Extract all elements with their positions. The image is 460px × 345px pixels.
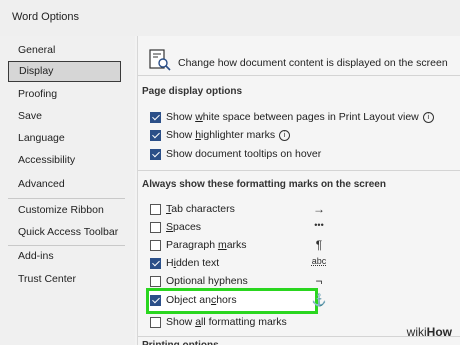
- checkbox-optional-hyphens[interactable]: [150, 276, 161, 287]
- checkbox-show-tooltips[interactable]: [150, 149, 161, 160]
- section-title-page-display: Page display options: [142, 86, 243, 97]
- section-title-formatting-marks: Always show these formatting marks on th…: [142, 179, 386, 190]
- checkbox-tab-characters[interactable]: [150, 204, 161, 215]
- tab-arrow-icon: →: [313, 202, 325, 216]
- option-show-white-space[interactable]: Show white space between pages in Print …: [150, 111, 450, 126]
- sidebar-item-quick-access-toolbar[interactable]: Quick Access Toolbar: [8, 222, 121, 243]
- sidebar-item-add-ins[interactable]: Add-ins: [8, 246, 121, 267]
- sidebar-item-customize-ribbon[interactable]: Customize Ribbon: [8, 200, 121, 221]
- option-object-anchors[interactable]: Object anchors ⚓: [150, 293, 340, 309]
- sidebar-separator: [8, 198, 125, 199]
- option-show-tooltips[interactable]: Show document tooltips on hover: [150, 148, 450, 163]
- sidebar-item-language[interactable]: Language: [8, 128, 121, 149]
- option-label: Optional hyphens: [166, 275, 248, 287]
- sidebar-item-accessibility[interactable]: Accessibility: [8, 150, 121, 171]
- display-options-panel: Change how document content is displayed…: [138, 36, 460, 345]
- option-show-highlighter[interactable]: Show highlighter marks i: [150, 129, 450, 144]
- sidebar-item-proofing[interactable]: Proofing: [8, 84, 121, 105]
- checkbox-show-highlighter[interactable]: [150, 130, 161, 141]
- checkbox-show-white-space[interactable]: [150, 112, 161, 123]
- checkbox-paragraph-marks[interactable]: [150, 240, 161, 251]
- sidebar-item-advanced[interactable]: Advanced: [8, 174, 121, 195]
- option-spaces[interactable]: Spaces •••: [150, 220, 340, 236]
- checkbox-show-all-formatting[interactable]: [150, 317, 161, 328]
- checkbox-object-anchors[interactable]: [150, 295, 161, 306]
- space-dots-icon: •••: [314, 220, 324, 230]
- section-divider: [138, 170, 460, 171]
- watermark-suffix: How: [426, 325, 452, 339]
- option-paragraph-marks[interactable]: Paragraph marks ¶: [150, 238, 340, 254]
- title-bar: Word Options: [0, 0, 460, 36]
- heading-divider: [138, 75, 460, 76]
- option-label: Object anchors: [166, 294, 237, 306]
- info-icon[interactable]: i: [422, 112, 434, 123]
- panel-heading-text: Change how document content is displayed…: [178, 57, 448, 69]
- option-show-all-formatting[interactable]: Show all formatting marks: [150, 316, 340, 331]
- option-label: Show white space between pages in Print …: [166, 111, 434, 123]
- option-label: Show document tooltips on hover: [166, 148, 322, 160]
- checkbox-hidden-text[interactable]: [150, 258, 161, 269]
- hidden-text-icon: abc: [311, 256, 327, 266]
- display-settings-icon: [148, 48, 172, 77]
- option-label: Spaces: [166, 221, 202, 233]
- option-label: Show highlighter marks i: [166, 129, 291, 141]
- sidebar-item-general[interactable]: General: [8, 40, 121, 61]
- option-label: Hidden text: [166, 257, 220, 269]
- sidebar-item-display[interactable]: Display: [8, 61, 121, 82]
- info-icon[interactable]: i: [279, 130, 291, 141]
- option-label: Tab characters: [166, 203, 235, 215]
- anchor-icon: ⚓: [311, 293, 327, 307]
- sidebar: General Display Proofing Save Language A…: [0, 36, 135, 345]
- sidebar-item-trust-center[interactable]: Trust Center: [8, 269, 121, 290]
- option-label: Paragraph marks: [166, 239, 247, 251]
- option-tab-characters[interactable]: Tab characters →: [150, 202, 340, 218]
- optional-hyphen-icon: ¬: [315, 274, 323, 288]
- option-label: Show all formatting marks: [166, 316, 287, 328]
- wikihow-watermark: wikiHow: [407, 325, 452, 339]
- pilcrow-icon: ¶: [315, 238, 323, 252]
- watermark-prefix: wiki: [406, 325, 427, 339]
- section-title-printing-partial: Printing options: [142, 340, 219, 345]
- window-title: Word Options: [12, 11, 80, 23]
- option-hidden-text[interactable]: Hidden text abc: [150, 256, 340, 272]
- sidebar-item-save[interactable]: Save: [8, 106, 121, 127]
- checkbox-spaces[interactable]: [150, 222, 161, 233]
